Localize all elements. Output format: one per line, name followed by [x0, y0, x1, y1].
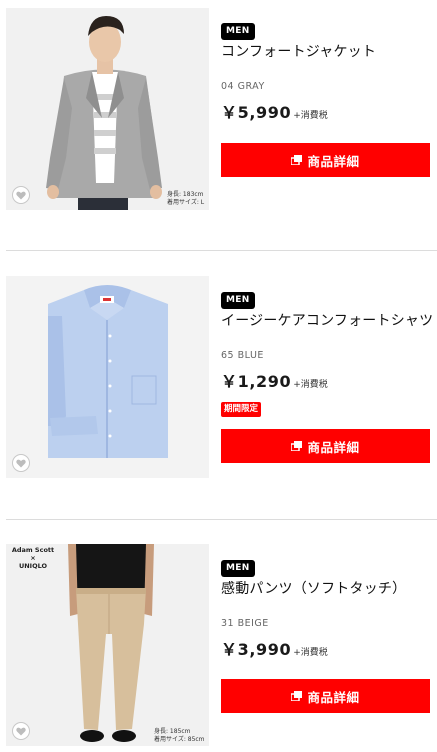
limited-time-badge: 期間限定 — [221, 402, 262, 417]
detail-button-label: 商品詳細 — [307, 689, 360, 705]
tax-note: +消費税 — [293, 648, 328, 658]
detail-button-label: 商品詳細 — [307, 439, 360, 455]
favorite-button[interactable] — [12, 186, 30, 204]
product-color: 65 BLUE — [221, 350, 264, 361]
collab-x: × — [30, 554, 36, 562]
product-color: 31 BEIGE — [221, 618, 269, 629]
model-size: 着用サイズ: 85cm — [154, 736, 205, 743]
gender-badge: MEN — [221, 23, 255, 40]
gender-badge: MEN — [221, 292, 255, 309]
price-row: ￥5,990 +消費税 — [221, 99, 437, 123]
detail-button-label: 商品詳細 — [307, 153, 360, 169]
collab-name: Adam Scott — [11, 546, 55, 554]
price-row: ￥1,290 +消費税 — [221, 368, 437, 392]
collab-brand: UNIQLO — [18, 562, 48, 570]
product-info: MEN コンフォートジャケット 04 GRAY ￥5,990 +消費税 — [221, 18, 437, 123]
external-link-icon — [291, 155, 303, 165]
product-detail-button[interactable]: 商品詳細 — [221, 679, 430, 713]
product-info: MEN 感動パンツ（ソフトタッチ） 31 BEIGE ￥3,990 +消費税 — [221, 555, 437, 660]
blue-shirt-photo — [6, 276, 209, 478]
model-size: 着用サイズ: L — [167, 199, 205, 206]
product-price: ￥1,290 — [221, 372, 292, 391]
product-image[interactable] — [6, 276, 209, 478]
product-card-3: Adam Scott × UNIQLO 身長: 185cm 着用サイズ: 85c… — [0, 520, 437, 752]
tax-note: +消費税 — [293, 111, 328, 121]
product-price: ￥3,990 — [221, 640, 292, 659]
product-image[interactable]: Adam Scott × UNIQLO 身長: 185cm 着用サイズ: 85c… — [6, 544, 209, 746]
product-name[interactable]: コンフォートジャケット — [221, 43, 437, 61]
model-in-gray-jacket-photo — [6, 8, 209, 210]
favorite-button[interactable] — [12, 722, 30, 740]
product-info: MEN イージーケアコンフォートシャツ（ス 65 BLUE ￥1,290+消費税… — [221, 287, 437, 417]
heart-icon — [16, 459, 26, 467]
model-info: 身長: 183cm 着用サイズ: L — [167, 191, 204, 207]
product-color: 04 GRAY — [221, 81, 265, 92]
external-link-icon — [291, 691, 303, 701]
model-height: 身長: 183cm — [167, 191, 204, 198]
collab-label: Adam Scott × UNIQLO — [10, 546, 56, 570]
product-card-1: 身長: 183cm 着用サイズ: L MEN コンフォートジャケット 04 GR… — [0, 0, 437, 250]
product-image[interactable]: 身長: 183cm 着用サイズ: L — [6, 8, 209, 210]
product-name[interactable]: 感動パンツ（ソフトタッチ） — [221, 580, 437, 598]
external-link-icon — [291, 441, 303, 451]
model-height: 身長: 185cm — [154, 728, 191, 735]
favorite-button[interactable] — [12, 454, 30, 472]
price-row: ￥3,990 +消費税 — [221, 636, 437, 660]
product-detail-button[interactable]: 商品詳細 — [221, 143, 430, 177]
product-price: ￥5,990 — [221, 103, 292, 122]
gender-badge: MEN — [221, 560, 255, 577]
heart-icon — [16, 191, 26, 199]
tax-note: +消費税 — [293, 380, 328, 390]
model-in-beige-pants-photo — [6, 544, 209, 746]
model-info: 身長: 185cm 着用サイズ: 85cm — [154, 728, 205, 744]
product-detail-button[interactable]: 商品詳細 — [221, 429, 430, 463]
heart-icon — [16, 727, 26, 735]
product-card-2: MEN イージーケアコンフォートシャツ（ス 65 BLUE ￥1,290+消費税… — [0, 251, 437, 519]
product-name[interactable]: イージーケアコンフォートシャツ（ス — [221, 312, 437, 330]
